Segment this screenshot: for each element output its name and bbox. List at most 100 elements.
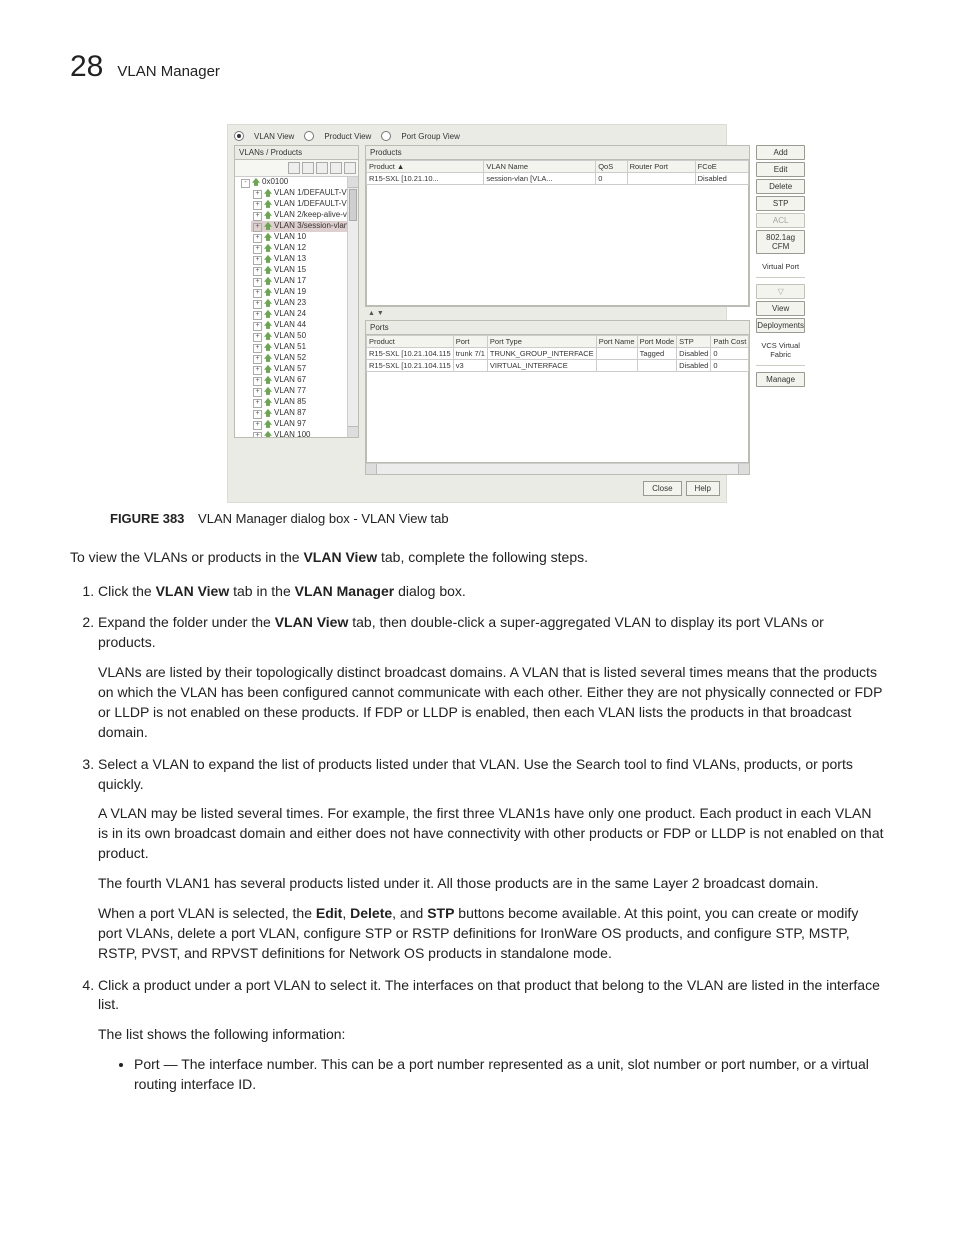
table-row[interactable]: R15-SXL [10.21.104.115v3VIRTUAL_INTERFAC… xyxy=(367,360,749,372)
text-bold: VLAN View xyxy=(275,614,349,630)
delete-button[interactable]: Delete xyxy=(756,179,805,194)
tree-item[interactable]: +VLAN 52 xyxy=(251,353,358,364)
view-selector: VLAN View Product View Port Group View xyxy=(234,131,720,141)
vertical-scrollbar[interactable] xyxy=(347,177,358,437)
cell: Disabled xyxy=(677,348,711,360)
cell: TRUNK_GROUP_INTERFACE xyxy=(487,348,596,360)
tree-item[interactable]: +VLAN 77 xyxy=(251,386,358,397)
text: When a port VLAN is selected, the xyxy=(98,905,316,921)
products-title: Products xyxy=(366,146,749,160)
tree-item[interactable]: +VLAN 87 xyxy=(251,408,358,419)
tree-item[interactable]: +VLAN 85 xyxy=(251,397,358,408)
tree-item[interactable]: +VLAN 1/DEFAULT-VLAN xyxy=(251,199,358,210)
column-header[interactable]: Port Type xyxy=(487,336,596,348)
tree-item[interactable]: +VLAN 51 xyxy=(251,342,358,353)
vlan-tree[interactable]: -0x0100+VLAN 1/DEFAULT-VLAN+VLAN 1/DEFAU… xyxy=(235,177,358,437)
column-header[interactable]: VLAN Name xyxy=(484,161,596,173)
page-number: 28 xyxy=(70,50,103,84)
tree-item[interactable]: +VLAN 57 xyxy=(251,364,358,375)
cell: R15-SXL [10.21.104.115 xyxy=(367,360,454,372)
view-button[interactable]: View xyxy=(756,301,805,316)
radio-vlan-view[interactable] xyxy=(234,131,244,141)
cfm-button[interactable]: 802.1ag CFM xyxy=(756,230,805,254)
tree-item[interactable]: +VLAN 44 xyxy=(251,320,358,331)
step-3-p3: When a port VLAN is selected, the Edit, … xyxy=(98,904,884,964)
vport-arrow-button[interactable]: ▽ xyxy=(756,284,805,299)
column-header[interactable]: Port xyxy=(453,336,487,348)
toolbar-icon[interactable] xyxy=(288,162,300,174)
acl-button[interactable]: ACL xyxy=(756,213,805,228)
up-icon[interactable] xyxy=(330,162,342,174)
vlans-products-panel: VLANs / Products -0x0100+VLAN 1/DEFAULT-… xyxy=(234,145,359,438)
column-header[interactable]: Product xyxy=(367,336,454,348)
horizontal-scrollbar[interactable] xyxy=(366,463,749,474)
column-header[interactable]: Product ▲ xyxy=(367,161,484,173)
tree-item[interactable]: +VLAN 12 xyxy=(251,243,358,254)
tree-root-node[interactable]: -0x0100 xyxy=(239,177,358,188)
tree-item[interactable]: +VLAN 15 xyxy=(251,265,358,276)
table-row[interactable]: R15-SXL [10.21.10...session-vlan [VLA...… xyxy=(367,173,749,185)
search-icon[interactable] xyxy=(302,162,314,174)
tree-item[interactable]: +VLAN 24 xyxy=(251,309,358,320)
ports-table[interactable]: ProductPortPort TypePort NamePort ModeST… xyxy=(366,335,749,372)
button-column: Add Edit Delete STP ACL 802.1ag CFM Virt… xyxy=(756,145,805,387)
cell: R15-SXL [10.21.104.115 xyxy=(367,348,454,360)
column-header[interactable]: QoS xyxy=(596,161,627,173)
text: Expand the folder under the xyxy=(98,614,275,630)
column-header[interactable]: Port Name xyxy=(596,336,637,348)
tree-item[interactable]: +VLAN 17 xyxy=(251,276,358,287)
tree-item[interactable]: +VLAN 97 xyxy=(251,419,358,430)
down-icon[interactable] xyxy=(344,162,356,174)
panel-toggle[interactable]: ▲ ▼ xyxy=(365,309,750,318)
close-button[interactable]: Close xyxy=(643,481,681,496)
text: Click the xyxy=(98,583,156,599)
step-2-note: VLANs are listed by their topologically … xyxy=(98,663,884,743)
tree-item[interactable]: +VLAN 3/session-vlan xyxy=(251,221,358,232)
cell xyxy=(637,360,677,372)
tree-item[interactable]: +VLAN 2/keep-alive-vlan xyxy=(251,210,358,221)
tree-item[interactable]: +VLAN 23 xyxy=(251,298,358,309)
page-title: VLAN Manager xyxy=(117,63,220,80)
text-bold: STP xyxy=(427,905,454,921)
step-4-p1: The list shows the following information… xyxy=(98,1025,884,1045)
cell: 0 xyxy=(711,348,749,360)
add-button[interactable]: Add xyxy=(756,145,805,160)
vcs-label: VCS Virtual Fabric xyxy=(756,341,805,359)
cell xyxy=(596,360,637,372)
tree-item[interactable]: +VLAN 19 xyxy=(251,287,358,298)
edit-button[interactable]: Edit xyxy=(756,162,805,177)
radio-portgroup-view[interactable] xyxy=(381,131,391,141)
column-header[interactable]: STP xyxy=(677,336,711,348)
tree-item[interactable]: +VLAN 1/DEFAULT-VLAN xyxy=(251,188,358,199)
text: tab in the xyxy=(229,583,294,599)
deployments-button[interactable]: Deployments xyxy=(756,318,805,333)
bullet-port: Port — The interface number. This can be… xyxy=(134,1055,884,1095)
virtual-port-label: Virtual Port xyxy=(756,262,805,271)
column-header[interactable]: Path Cost xyxy=(711,336,749,348)
toolbar-icon[interactable] xyxy=(316,162,328,174)
stp-button[interactable]: STP xyxy=(756,196,805,211)
cell: 0 xyxy=(711,360,749,372)
cell xyxy=(627,173,695,185)
tree-item[interactable]: +VLAN 50 xyxy=(251,331,358,342)
help-button[interactable]: Help xyxy=(686,481,720,496)
tree-item[interactable]: +VLAN 13 xyxy=(251,254,358,265)
step-2: Expand the folder under the VLAN View ta… xyxy=(98,613,884,742)
column-header[interactable]: Port Mode xyxy=(637,336,677,348)
radio-vlan-view-label: VLAN View xyxy=(254,132,294,141)
cell: session-vlan [VLA... xyxy=(484,173,596,185)
table-row[interactable]: R15-SXL [10.21.104.115trunk 7/1TRUNK_GRO… xyxy=(367,348,749,360)
step-3-p1: A VLAN may be listed several times. For … xyxy=(98,804,884,864)
column-header[interactable]: Router Port xyxy=(627,161,695,173)
tree-item[interactable]: +VLAN 10 xyxy=(251,232,358,243)
tree-item[interactable]: +VLAN 67 xyxy=(251,375,358,386)
tree-item[interactable]: +VLAN 100 xyxy=(251,430,358,437)
manage-button[interactable]: Manage xyxy=(756,372,805,387)
cell: VIRTUAL_INTERFACE xyxy=(487,360,596,372)
cell: 0 xyxy=(596,173,627,185)
radio-product-view[interactable] xyxy=(304,131,314,141)
left-panel-title: VLANs / Products xyxy=(235,146,358,160)
column-header[interactable]: FCoE xyxy=(695,161,749,173)
radio-portgroup-view-label: Port Group View xyxy=(401,132,460,141)
products-table[interactable]: Product ▲VLAN NameQoSRouter PortFCoE R15… xyxy=(366,160,749,185)
